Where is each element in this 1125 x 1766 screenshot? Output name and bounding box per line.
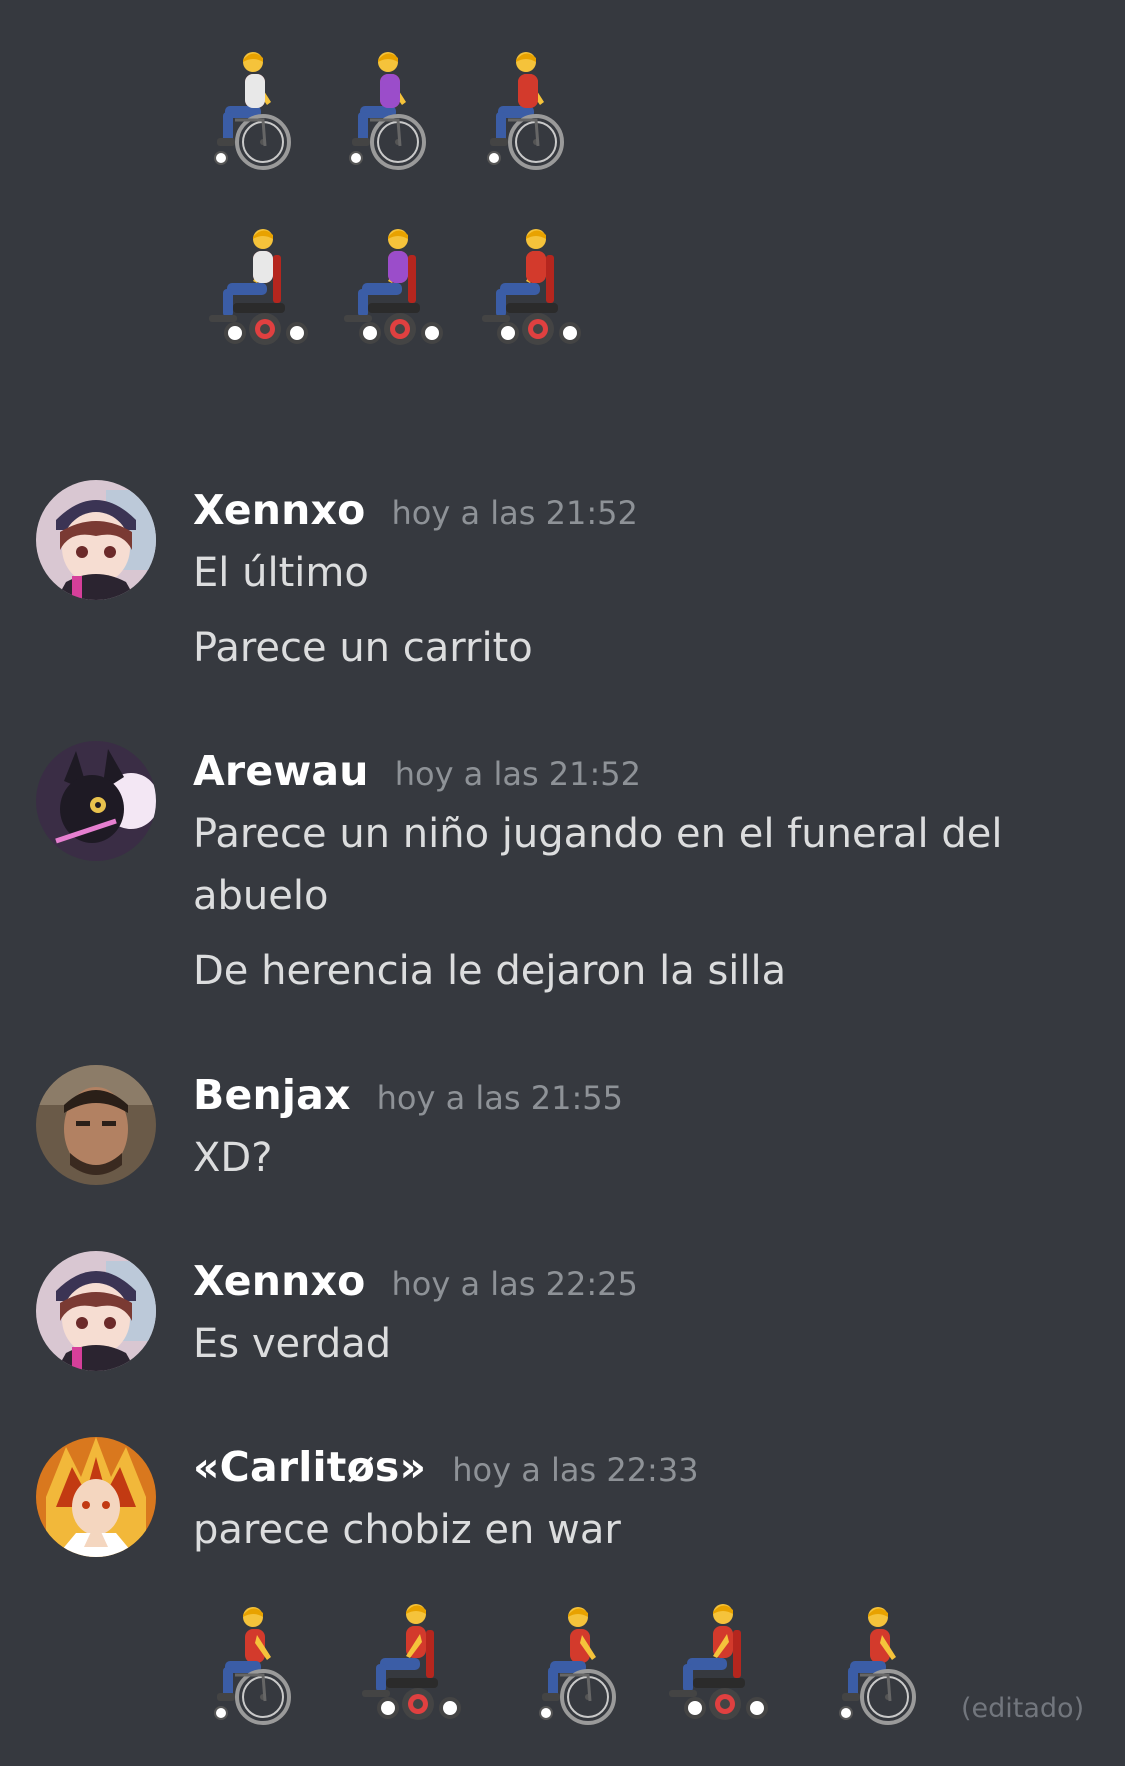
message-text: Parece un niño jugando en el funeral del	[193, 811, 1003, 857]
manual-wheelchair-man-icon[interactable]	[205, 1605, 315, 1735]
user-avatar[interactable]	[36, 1251, 156, 1371]
message-text: Es verdad	[193, 1321, 392, 1367]
message-header: Xennxo hoy a las 22:25	[193, 1257, 638, 1305]
message-text: Parece un carrito	[193, 625, 533, 671]
user-avatar[interactable]	[36, 480, 156, 600]
message-text: parece chobiz en war	[193, 1507, 621, 1553]
message-text: XD?	[193, 1135, 273, 1181]
manual-wheelchair-man-icon[interactable]	[830, 1605, 940, 1735]
user-avatar[interactable]	[36, 1065, 156, 1185]
username[interactable]: «Carlitøs»	[193, 1443, 426, 1491]
manual-wheelchair-person-icon[interactable]	[205, 50, 315, 180]
motorized-wheelchair-man-icon[interactable]	[358, 1600, 468, 1730]
timestamp: hoy a las 21:55	[376, 1079, 623, 1117]
user-avatar[interactable]	[36, 1437, 156, 1557]
username[interactable]: Xennxo	[193, 486, 366, 534]
message-header: Xennxo hoy a las 21:52	[193, 486, 638, 534]
message-text: abuelo	[193, 873, 329, 919]
message-header: Arewau hoy a las 21:52	[193, 747, 641, 795]
timestamp: hoy a las 21:52	[391, 494, 638, 532]
username[interactable]: Benjax	[193, 1071, 351, 1119]
message-header: «Carlitøs» hoy a las 22:33	[193, 1443, 699, 1491]
motorized-wheelchair-man-icon[interactable]	[665, 1600, 775, 1730]
message-text: El último	[193, 550, 369, 596]
manual-wheelchair-woman-icon[interactable]	[340, 50, 450, 180]
message-header: Benjax hoy a las 21:55	[193, 1071, 623, 1119]
manual-wheelchair-man-icon[interactable]	[478, 50, 588, 180]
user-avatar[interactable]	[36, 741, 156, 861]
timestamp: hoy a las 22:25	[391, 1265, 638, 1303]
motorized-wheelchair-man-icon[interactable]	[478, 225, 588, 355]
timestamp: hoy a las 21:52	[394, 755, 642, 793]
timestamp: hoy a las 22:33	[452, 1451, 699, 1489]
username[interactable]: Xennxo	[193, 1257, 366, 1305]
username[interactable]: Arewau	[193, 747, 369, 795]
edited-label: (editado)	[961, 1693, 1085, 1724]
message-text: De herencia le dejaron la silla	[193, 948, 787, 994]
manual-wheelchair-man-icon[interactable]	[530, 1605, 640, 1735]
motorized-wheelchair-woman-icon[interactable]	[340, 225, 450, 355]
motorized-wheelchair-person-icon[interactable]	[205, 225, 315, 355]
